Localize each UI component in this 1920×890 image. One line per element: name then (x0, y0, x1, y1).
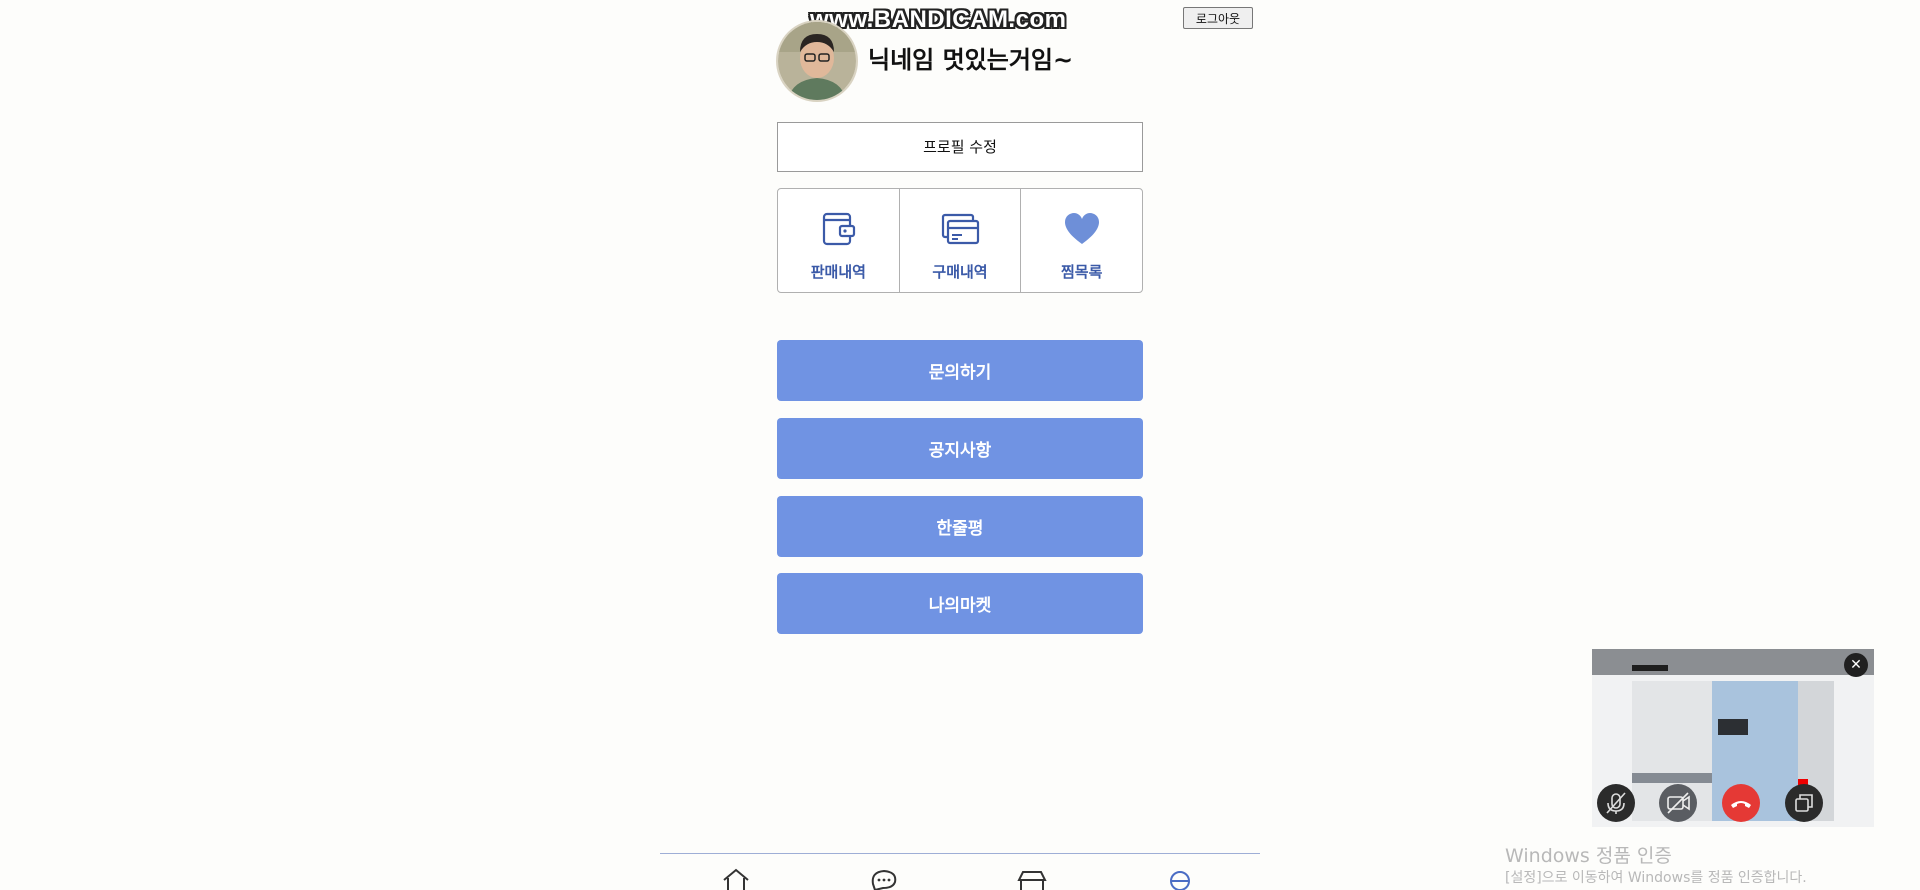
cards-icon (941, 213, 980, 245)
popout-icon (1795, 794, 1813, 812)
avatar-photo (778, 22, 856, 100)
profile-icon[interactable] (1165, 868, 1195, 890)
my-market-button[interactable]: 나의마켓 (777, 573, 1143, 634)
video-call-overlay[interactable]: ✕ (1592, 649, 1874, 827)
edit-profile-button[interactable]: 프로필 수정 (777, 122, 1143, 172)
mic-off-icon (1606, 792, 1626, 814)
popout-button[interactable] (1785, 784, 1823, 822)
quick-item-purchase-history[interactable]: 구매내역 (900, 189, 1022, 292)
windows-activation-title: Windows 정품 인증 (1505, 845, 1672, 867)
bottom-nav (660, 853, 1260, 890)
inquiry-button[interactable]: 문의하기 (777, 340, 1143, 401)
camera-off-button[interactable] (1659, 784, 1697, 822)
close-icon[interactable]: ✕ (1844, 653, 1868, 677)
mute-mic-button[interactable] (1597, 784, 1635, 822)
nickname: 닉네임 멋있는거임~ (868, 46, 1074, 74)
avatar[interactable] (776, 20, 858, 102)
quick-label-wishlist: 찜목록 (1060, 263, 1103, 281)
chat-icon[interactable] (869, 868, 899, 890)
quick-item-sales-history[interactable]: 판매내역 (778, 189, 900, 292)
notice-button[interactable]: 공지사항 (777, 418, 1143, 479)
bandicam-watermark: www.BANDICAM.com (810, 6, 1067, 33)
end-call-button[interactable] (1722, 784, 1760, 822)
quick-menu: 판매내역 구매내역 찜목록 (777, 188, 1143, 293)
quick-item-wishlist[interactable]: 찜목록 (1021, 189, 1142, 292)
shop-icon[interactable] (1017, 868, 1047, 890)
windows-activation-subtitle: [설정]으로 이동하여 Windows를 정품 인증합니다. (1505, 870, 1807, 886)
logout-button[interactable]: 로그아웃 (1183, 7, 1253, 29)
heart-icon (1064, 213, 1099, 244)
hang-up-icon (1731, 801, 1751, 808)
quick-label-sales-history: 판매내역 (810, 263, 866, 281)
review-button[interactable]: 한줄평 (777, 496, 1143, 557)
wallet-icon (823, 212, 856, 246)
camera-off-icon (1667, 792, 1690, 814)
quick-label-purchase-history: 구매내역 (932, 263, 988, 281)
home-icon[interactable] (721, 868, 751, 890)
